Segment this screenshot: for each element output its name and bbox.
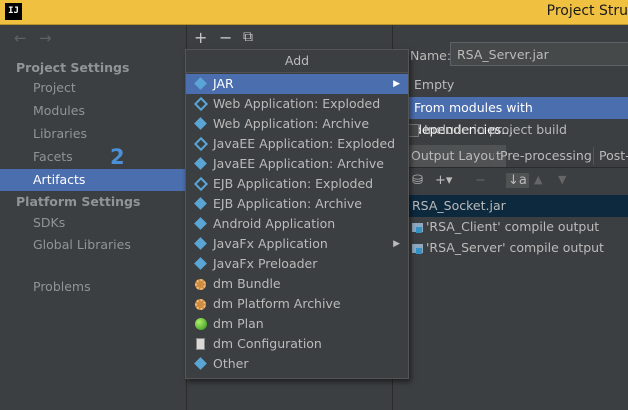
document-icon	[195, 338, 207, 350]
popup-item-dm-bundle[interactable]: dm Bundle	[186, 274, 408, 294]
move-down-icon[interactable]: ▼	[558, 173, 566, 186]
create-archive-icon[interactable]: ⛁	[412, 173, 423, 188]
forward-arrow-icon[interactable]: →	[39, 29, 52, 47]
name-label: Name:	[410, 48, 452, 63]
add-artifact-popup: Add JAR ▶ Web Application: Exploded Web …	[185, 49, 409, 379]
diamond-icon	[194, 217, 207, 230]
diamond-icon	[193, 96, 209, 112]
add-icon[interactable]: +	[194, 28, 207, 47]
back-arrow-icon[interactable]: ←	[14, 29, 27, 47]
popup-item-dm-configuration[interactable]: dm Configuration	[186, 334, 408, 354]
gear-icon	[195, 278, 207, 290]
submenu-arrow-icon: ▶	[393, 239, 400, 249]
jar-submenu: Empty From modules with dependencies...	[406, 73, 628, 137]
intellij-logo-icon: IJ	[5, 3, 22, 20]
diamond-icon	[194, 237, 207, 250]
submenu-item-from-modules[interactable]: From modules with dependencies...	[406, 97, 628, 137]
tab-pre-processing[interactable]: Pre-processing	[495, 145, 597, 167]
diamond-icon	[194, 117, 207, 130]
remove-icon[interactable]: −	[219, 28, 232, 47]
popup-item-web-exploded[interactable]: Web Application: Exploded	[186, 94, 408, 114]
popup-item-ejb-archive[interactable]: EJB Application: Archive	[186, 194, 408, 214]
popup-item-dm-plan[interactable]: dm Plan	[186, 314, 408, 334]
submenu-arrow-icon: ▶	[393, 79, 400, 89]
popup-item-android[interactable]: Android Application	[186, 214, 408, 234]
sidebar-item-problems[interactable]: Problems	[0, 276, 186, 298]
submenu-item-empty[interactable]: Empty	[406, 74, 628, 96]
platform-settings-header: Platform Settings	[16, 194, 141, 209]
tree-item-client-output[interactable]: 'RSA_Client' compile output	[412, 219, 599, 234]
diamond-icon	[194, 157, 207, 170]
sidebar-item-sdks[interactable]: SDKs	[0, 212, 186, 234]
popup-item-jar[interactable]: JAR ▶	[186, 74, 408, 94]
step-annotation: 2	[110, 145, 125, 169]
globe-icon	[195, 318, 207, 330]
module-folder-icon	[412, 244, 423, 254]
add-copy-icon[interactable]: +▾	[435, 173, 452, 188]
sidebar-item-modules[interactable]: Modules	[0, 100, 186, 122]
sidebar-item-libraries[interactable]: Libraries	[0, 123, 186, 145]
diamond-icon	[194, 357, 207, 370]
settings-sidebar: ← → Project Settings Project Modules Lib…	[0, 25, 186, 410]
popup-item-javafx-application[interactable]: JavaFx Application ▶	[186, 234, 408, 254]
artifact-details-panel: Name: Empty From modules with dependenci…	[392, 25, 628, 410]
tab-output-layout[interactable]: Output Layout	[406, 145, 506, 167]
project-settings-header: Project Settings	[16, 60, 130, 75]
tab-post-processing[interactable]: Post-	[594, 145, 628, 167]
popup-item-web-archive[interactable]: Web Application: Archive	[186, 114, 408, 134]
popup-title: Add	[186, 50, 408, 73]
popup-item-ejb-exploded[interactable]: EJB Application: Exploded	[186, 174, 408, 194]
sidebar-item-global-libraries[interactable]: Global Libraries	[0, 234, 186, 256]
window-title-bar: IJ Project Stru	[0, 0, 628, 25]
artifact-name-input[interactable]	[450, 42, 628, 66]
remove-element-icon[interactable]: −	[475, 173, 486, 188]
gear-icon	[195, 298, 207, 310]
diamond-icon	[194, 257, 207, 270]
popup-item-dm-platform-archive[interactable]: dm Platform Archive	[186, 294, 408, 314]
module-folder-icon	[412, 223, 423, 233]
copy-icon[interactable]: ⧉	[243, 29, 253, 45]
popup-item-javaee-archive[interactable]: JavaEE Application: Archive	[186, 154, 408, 174]
include-in-build-label: Include in project build	[424, 122, 567, 137]
sidebar-item-artifacts[interactable]: Artifacts	[0, 169, 186, 191]
sidebar-item-facets[interactable]: Facets	[0, 146, 186, 168]
tab-bar: Output Layout Pre-processing Post-	[406, 145, 628, 168]
sidebar-item-project[interactable]: Project	[0, 77, 186, 99]
tree-item-server-output[interactable]: 'RSA_Server' compile output	[412, 240, 604, 255]
window-title: Project Stru	[546, 3, 628, 19]
sort-icon[interactable]: ↓a	[506, 173, 529, 188]
diamond-icon	[193, 176, 209, 192]
diamond-icon	[193, 136, 209, 152]
diamond-icon	[194, 197, 207, 210]
tree-item-jar[interactable]: RSA_Socket.jar	[412, 198, 506, 213]
popup-item-javafx-preloader[interactable]: JavaFx Preloader	[186, 254, 408, 274]
diamond-icon	[194, 77, 207, 90]
popup-item-other[interactable]: Other	[186, 354, 408, 374]
popup-item-javaee-exploded[interactable]: JavaEE Application: Exploded	[186, 134, 408, 154]
move-up-icon[interactable]: ▲	[534, 173, 542, 186]
